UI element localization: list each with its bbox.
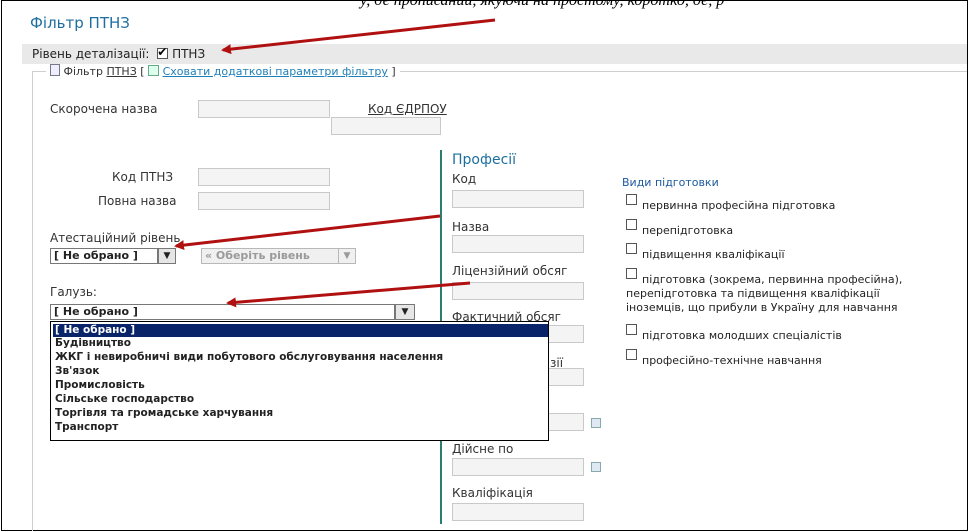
licensed-volume-label: Ліцензійний обсяг: [452, 264, 568, 278]
training-types-title: Види підготовки: [622, 176, 719, 189]
branch-option[interactable]: Будівництво: [53, 337, 548, 350]
profession-code-input[interactable]: [452, 190, 584, 208]
attest-level-label: Атестаційний рівень: [50, 231, 181, 245]
calendar-icon[interactable]: [591, 418, 601, 428]
training-type-checkbox[interactable]: [626, 324, 637, 335]
attest-level-select[interactable]: [ Не обрано ]: [50, 248, 158, 264]
profession-code-label: Код: [452, 172, 477, 186]
detail-level-label: Рівень деталізації: ПТНЗ: [32, 45, 206, 61]
filter-doc-icon: [50, 64, 60, 76]
cut-off-caption: у, де прописаний, якуючи на простому, ко…: [360, 0, 725, 9]
training-type-label: підготовка (зокрема, первинна професійна…: [642, 273, 903, 286]
branch-dropdown-list: [ Не обрано ] Будівництво ЖКГ і невиробн…: [50, 321, 549, 441]
full-name-input[interactable]: [198, 192, 330, 210]
branch-option[interactable]: ЖКГ і невиробничі види побутового обслуг…: [53, 351, 548, 364]
short-name-label: Скорочена назва: [50, 102, 158, 116]
hide-extra-params-link[interactable]: Сховати додаткові параметри фільтру: [163, 65, 388, 78]
training-type-checkbox[interactable]: [626, 268, 637, 279]
hide-icon: [148, 65, 160, 76]
ptnz-detail-checkbox-label: ПТНЗ: [172, 47, 206, 61]
training-type-label: підготовка молодших спеціалістів: [642, 329, 842, 342]
ptnz-code-label: Код ПТНЗ: [112, 170, 174, 184]
filter-legend: Фільтр ПТНЗ [ Сховати додаткові параметр…: [46, 64, 400, 78]
training-type-checkbox[interactable]: [626, 194, 637, 205]
qualification-input[interactable]: [452, 503, 584, 521]
full-name-label: Повна назва: [98, 194, 177, 208]
edrpou-input[interactable]: [331, 117, 441, 135]
training-type-label: іноземців, що прибули в Україну для навч…: [626, 301, 898, 314]
calendar-icon[interactable]: [591, 462, 601, 472]
level-select-dropdown-button: ▼: [338, 248, 356, 264]
profession-name-label: Назва: [452, 220, 490, 234]
training-type-label: перепідготовка: [642, 224, 734, 237]
profession-name-input[interactable]: [452, 235, 584, 253]
branch-select[interactable]: [ Не обрано ]: [50, 304, 395, 320]
valid-to-label: Дійсне по: [452, 442, 514, 456]
branch-option[interactable]: Торгівля та громадське харчування: [53, 407, 548, 420]
training-type-label: перепідготовка та підвищення кваліфікаці…: [626, 287, 880, 300]
branch-dropdown-button[interactable]: ▼: [395, 304, 415, 320]
branch-option[interactable]: Зв'язок: [53, 365, 548, 378]
branch-label: Галузь:: [50, 285, 97, 299]
branch-option[interactable]: Транспорт: [53, 421, 548, 434]
attest-level-dropdown-button[interactable]: ▼: [158, 248, 176, 264]
short-name-input[interactable]: [198, 100, 330, 118]
valid-to-input[interactable]: [452, 458, 584, 476]
training-type-label: професійно-технічне навчання: [642, 354, 822, 367]
training-type-checkbox[interactable]: [626, 219, 637, 230]
training-type-checkbox[interactable]: [626, 243, 637, 254]
licensed-volume-input[interactable]: [452, 282, 584, 300]
qualification-label: Кваліфікація: [452, 486, 533, 500]
ptnz-code-input[interactable]: [198, 168, 330, 186]
professions-title: Професії: [452, 152, 517, 168]
training-type-label: підвищення кваліфікації: [642, 248, 785, 261]
training-type-label: первинна професійна підготовка: [642, 199, 836, 212]
level-select-disabled: « Оберіть рівень: [201, 248, 341, 264]
training-type-checkbox[interactable]: [626, 349, 637, 360]
branch-option[interactable]: Промисловість: [53, 379, 548, 392]
page-title: Фільтр ПТНЗ: [30, 14, 130, 32]
branch-option[interactable]: Сільське господарство: [53, 393, 548, 406]
ptnz-detail-checkbox[interactable]: [157, 45, 169, 59]
edrpou-label: Код ЄДРПОУ: [368, 102, 447, 116]
branch-option[interactable]: [ Не обрано ]: [53, 324, 548, 337]
